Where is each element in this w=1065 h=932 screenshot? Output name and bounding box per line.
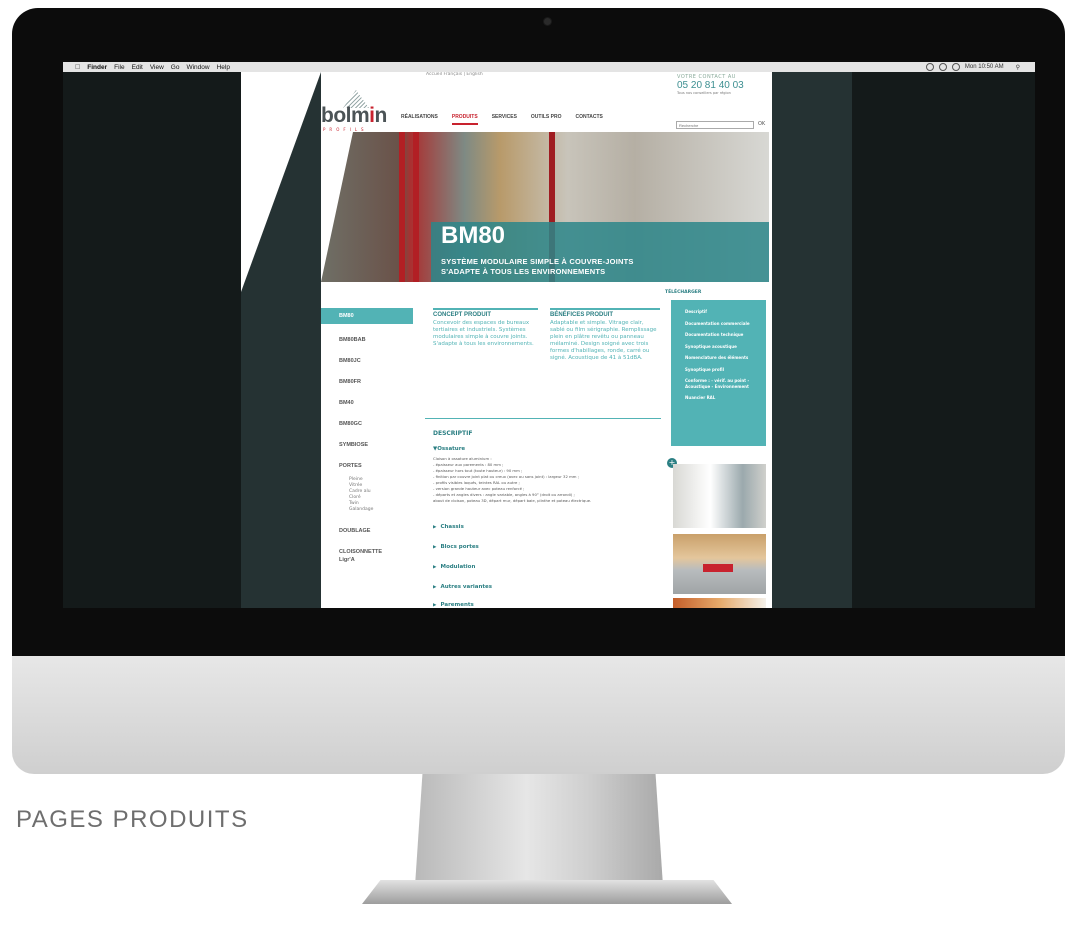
download-doc-commerciale[interactable]: Documentation commerciale — [671, 318, 766, 330]
search-input[interactable] — [676, 121, 754, 129]
concept-title: CONCEPT PRODUIT — [433, 308, 538, 318]
menu-file[interactable]: File — [114, 64, 124, 71]
hero-frame-red — [399, 132, 405, 282]
imac-stand-base — [362, 880, 732, 904]
product-bm80bab[interactable]: BM80BAB — [321, 330, 413, 351]
concept-text: Concevoir des espaces de bureaux tertiai… — [433, 320, 534, 347]
divider — [425, 418, 661, 419]
menubar-status: Mon 10:50 AM ⚲ — [925, 62, 1027, 72]
product-bm40[interactable]: BM40 — [321, 393, 413, 414]
gallery-thumbnail[interactable] — [673, 598, 766, 608]
ossature-text: Cloison à ossature aluminium : - épaisse… — [433, 456, 592, 503]
download-nomenclature[interactable]: Nomenclature des éléments — [671, 352, 766, 364]
hero-title: BM80 — [441, 222, 506, 249]
menu-view[interactable]: View — [150, 64, 164, 71]
wifi-icon[interactable] — [951, 63, 960, 71]
product-cloisonnette[interactable]: CLOISONNETTE — [321, 548, 413, 556]
product-bm80[interactable]: BM80 — [321, 308, 413, 324]
thumbnail-accent — [703, 564, 733, 572]
nav-contacts[interactable]: CONTACTS — [575, 114, 602, 125]
section-autres-variantes[interactable]: Autres variantes — [433, 584, 492, 590]
gallery-thumbnail[interactable] — [673, 534, 766, 594]
menubar-clock[interactable]: Mon 10:50 AM — [965, 64, 1004, 70]
concept-column: CONCEPT PRODUIT Concevoir des espaces de… — [433, 308, 538, 348]
section-modulation[interactable]: Modulation — [433, 564, 475, 570]
download-descriptif[interactable]: Descriptif — [671, 306, 766, 318]
download-conforme[interactable]: Conforme : - vérif. au point - Acoustiqu… — [671, 375, 766, 392]
product-bm80jc[interactable]: BM80JC — [321, 351, 413, 372]
descriptif-title: DESCRIPTIF — [433, 430, 473, 437]
menu-finder[interactable]: Finder — [87, 64, 107, 71]
download-label: TÉLÉCHARGER — [665, 290, 702, 295]
download-synoptique-acoustique[interactable]: Synoptique acoustique — [671, 341, 766, 353]
time-machine-icon[interactable] — [925, 63, 934, 71]
page-caption: PAGES PRODUITS — [16, 806, 249, 833]
imac-chin — [12, 656, 1065, 774]
download-panel: Descriptif Documentation commerciale Doc… — [671, 300, 766, 446]
product-symbiose[interactable]: SYMBIOSE — [321, 435, 413, 456]
search-button[interactable]: OK — [758, 121, 765, 127]
sync-icon[interactable] — [938, 63, 947, 71]
logo-wordmark: bolmin — [321, 104, 387, 127]
camera-icon — [544, 18, 551, 25]
benefits-text: Adaptable et simple. Vitrage clair, sabl… — [550, 320, 657, 361]
main-nav: RÉALISATIONS PRODUITS SERVICES OUTILS PR… — [401, 114, 603, 125]
hero-subtitle-1: SYSTÈME MODULAIRE SIMPLE À COUVRE-JOINTS — [441, 257, 634, 266]
nav-services[interactable]: SERVICES — [492, 114, 517, 125]
menu-edit[interactable]: Edit — [132, 64, 143, 71]
menu-window[interactable]: Window — [186, 64, 209, 71]
ossature-toggle[interactable]: ▼Ossature — [433, 446, 465, 452]
language-bar[interactable]: Accueil Français | English — [426, 72, 483, 77]
hero-subtitle-2: S'ADAPTE À TOUS LES ENVIRONNEMENTS — [441, 267, 606, 276]
section-parements[interactable]: Parements — [433, 602, 473, 608]
product-menu: BM80 BM80BAB BM80JC BM80FR BM40 BM80GC S… — [321, 308, 413, 564]
product-ligra[interactable]: Ligr'A — [321, 556, 413, 564]
site-right-rail — [772, 72, 852, 608]
menu-go[interactable]: Go — [171, 64, 180, 71]
download-doc-technique[interactable]: Documentation technique — [671, 329, 766, 341]
download-nuancier-ral[interactable]: Nuancier RAL — [671, 392, 766, 404]
hero-banner: BM80 SYSTÈME MODULAIRE SIMPLE À COUVRE-J… — [321, 132, 769, 282]
menu-help[interactable]: Help — [217, 64, 230, 71]
product-bm80gc[interactable]: BM80GC — [321, 414, 413, 435]
contact-note[interactable]: Tous nos conseillers par région — [677, 91, 755, 95]
benefits-column: BÉNÉFICES PRODUIT Adaptable et simple. V… — [550, 308, 660, 362]
section-blocs-portes[interactable]: Blocs portes — [433, 544, 478, 550]
mac-menubar:  Finder File Edit View Go Window Help M… — [63, 62, 1035, 72]
imac-stand — [415, 774, 663, 886]
download-synoptique-profil[interactable]: Synoptique profil — [671, 364, 766, 376]
diagonal-rail — [241, 72, 321, 608]
product-portes[interactable]: PORTES — [321, 456, 413, 477]
nav-realisations[interactable]: RÉALISATIONS — [401, 114, 438, 125]
desktop-left — [63, 72, 241, 608]
product-doublage[interactable]: DOUBLAGE — [321, 521, 413, 542]
section-chassis[interactable]: Chassis — [433, 524, 463, 530]
desktop-right — [852, 72, 1035, 608]
product-bm80fr[interactable]: BM80FR — [321, 372, 413, 393]
benefits-title: BÉNÉFICES PRODUIT — [550, 308, 660, 318]
gallery-thumbnail[interactable] — [673, 464, 766, 528]
contact-box: VOTRE CONTACT AU 05 20 81 40 03 Tous nos… — [677, 74, 755, 95]
spotlight-icon[interactable]: ⚲ — [1016, 64, 1020, 71]
screen:  Finder File Edit View Go Window Help M… — [63, 62, 1035, 608]
apple-icon[interactable]:  — [75, 64, 80, 71]
hero-frame-red — [413, 132, 419, 282]
contact-phone[interactable]: 05 20 81 40 03 — [677, 80, 755, 91]
website-page: bolmin PROFILS Accueil Français | Englis… — [241, 72, 772, 608]
nav-outils-pro[interactable]: OUTILS PRO — [531, 114, 562, 125]
nav-produits[interactable]: PRODUITS — [451, 114, 478, 125]
